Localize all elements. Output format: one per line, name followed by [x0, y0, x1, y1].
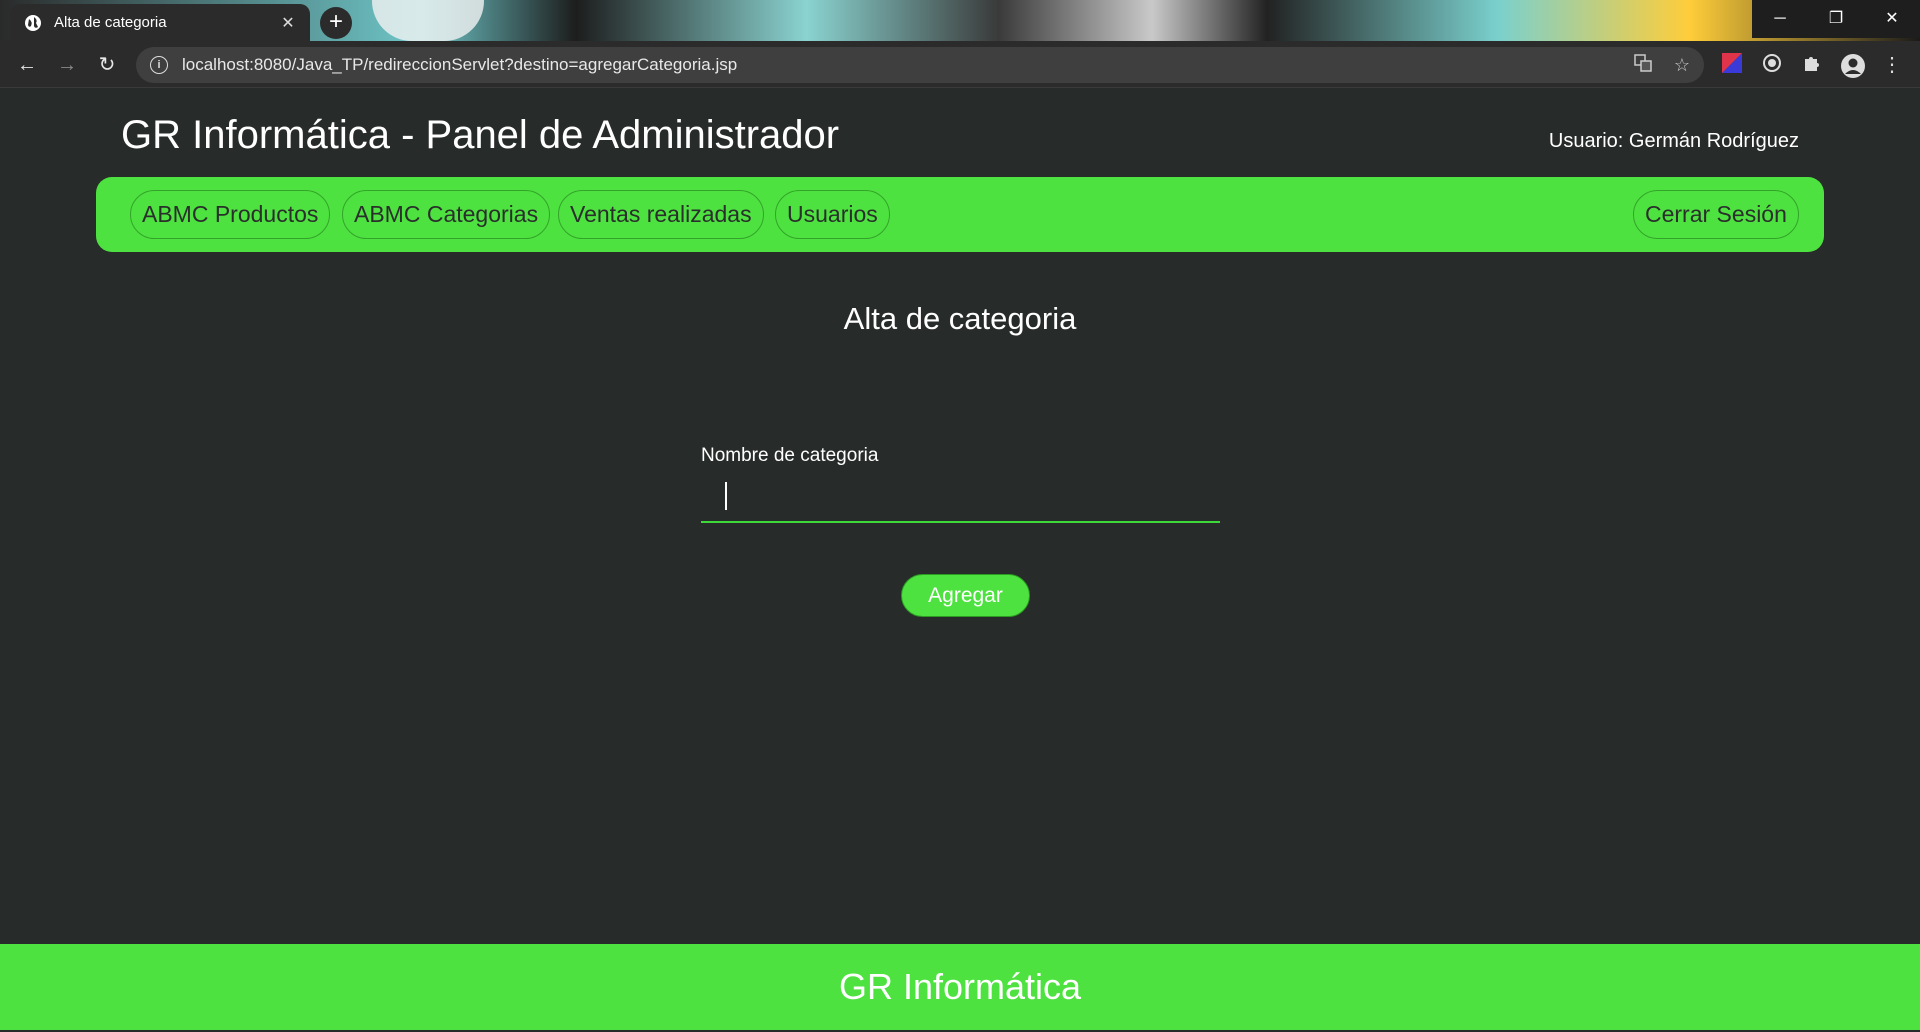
puzzle-icon[interactable] [1800, 53, 1824, 77]
globe-icon [25, 14, 41, 31]
browser-titlebar: Alta de categoria ✕ + ─ ❐ ✕ [0, 0, 1920, 41]
tab-title: Alta de categoria [54, 14, 167, 31]
reload-button[interactable]: ↻ [91, 49, 123, 81]
category-name-label: Nombre de categoria [701, 445, 879, 466]
user-label: Usuario: Germán Rodríguez [1548, 130, 1799, 152]
footer: GR Informática [0, 944, 1920, 1030]
minimize-button[interactable]: ─ [1752, 0, 1808, 38]
bookmark-star-icon[interactable]: ☆ [1674, 55, 1690, 76]
nav-item-abmc-productos[interactable]: ABMC Productos [130, 190, 331, 239]
restore-button[interactable]: ❐ [1808, 0, 1864, 38]
main-navbar: ABMC Productos ABMC Categorias Ventas re… [96, 177, 1824, 252]
address-bar[interactable]: i localhost:8080/Java_TP/redireccionServ… [136, 47, 1704, 83]
extension-icon[interactable] [1720, 53, 1744, 77]
logout-button[interactable]: Cerrar Sesión [1633, 190, 1799, 239]
kebab-menu-icon[interactable]: ⋮ [1880, 53, 1904, 77]
url-text[interactable]: localhost:8080/Java_TP/redireccionServle… [182, 55, 1612, 75]
page: GR Informática - Panel de Administrador … [0, 89, 1920, 1032]
page-heading: Alta de categoria [843, 301, 1077, 336]
site-title: GR Informática - Panel de Administrador [121, 113, 840, 157]
profile-avatar-icon[interactable] [1840, 53, 1865, 78]
text-caret [725, 482, 727, 510]
theme-artwork [372, 0, 484, 41]
new-tab-button[interactable]: + [320, 7, 352, 39]
add-button[interactable]: Agregar [901, 574, 1030, 617]
nav-item-usuarios[interactable]: Usuarios [775, 190, 890, 239]
nav-item-ventas-realizadas[interactable]: Ventas realizadas [558, 190, 764, 239]
browser-toolbar: ← → ↻ i localhost:8080/Java_TP/redirecci… [0, 41, 1920, 88]
record-extension-icon[interactable] [1760, 53, 1784, 77]
info-icon[interactable]: i [150, 56, 168, 74]
category-name-input[interactable] [701, 475, 1220, 523]
back-button[interactable]: ← [11, 49, 43, 81]
translate-icon[interactable] [1634, 53, 1652, 77]
forward-button[interactable]: → [51, 49, 83, 81]
close-window-button[interactable]: ✕ [1864, 0, 1920, 38]
browser-tab[interactable]: Alta de categoria ✕ [10, 4, 310, 41]
nav-item-abmc-categorias[interactable]: ABMC Categorias [342, 190, 551, 239]
tab-close-icon[interactable]: ✕ [278, 13, 298, 33]
